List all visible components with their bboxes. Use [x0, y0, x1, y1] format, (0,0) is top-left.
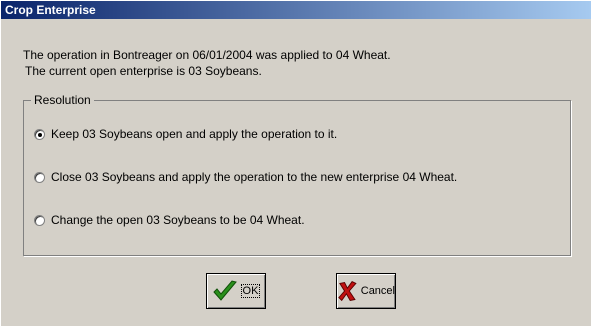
crop-enterprise-dialog: Crop Enterprise The operation in Bontrea…: [0, 0, 592, 327]
cancel-label: Cancel: [360, 285, 395, 297]
option-label: Keep 03 Soybeans open and apply the oper…: [51, 127, 338, 141]
ok-button[interactable]: OK: [206, 273, 266, 309]
message-line-2: The current open enterprise is 03 Soybea…: [25, 64, 262, 78]
ok-label: OK: [240, 284, 261, 298]
option-keep-soybeans[interactable]: Keep 03 Soybeans open and apply the oper…: [34, 127, 337, 141]
resolution-label: Resolution: [31, 93, 94, 107]
option-label: Close 03 Soybeans and apply the operatio…: [51, 170, 458, 184]
radio-button[interactable]: [34, 214, 45, 226]
title-bar[interactable]: Crop Enterprise: [1, 1, 591, 19]
red-x-icon: [338, 280, 357, 302]
cancel-button[interactable]: Cancel: [336, 273, 396, 309]
option-close-soybeans[interactable]: Close 03 Soybeans and apply the operatio…: [34, 170, 457, 184]
checkmark-icon: [212, 280, 237, 301]
message-line-1: The operation in Bontreager on 06/01/200…: [23, 48, 391, 62]
window-title: Crop Enterprise: [5, 3, 96, 17]
radio-button[interactable]: [34, 171, 45, 183]
option-label: Change the open 03 Soybeans to be 04 Whe…: [51, 213, 305, 227]
radio-button-selected[interactable]: [34, 128, 45, 140]
option-change-to-wheat[interactable]: Change the open 03 Soybeans to be 04 Whe…: [34, 213, 305, 227]
